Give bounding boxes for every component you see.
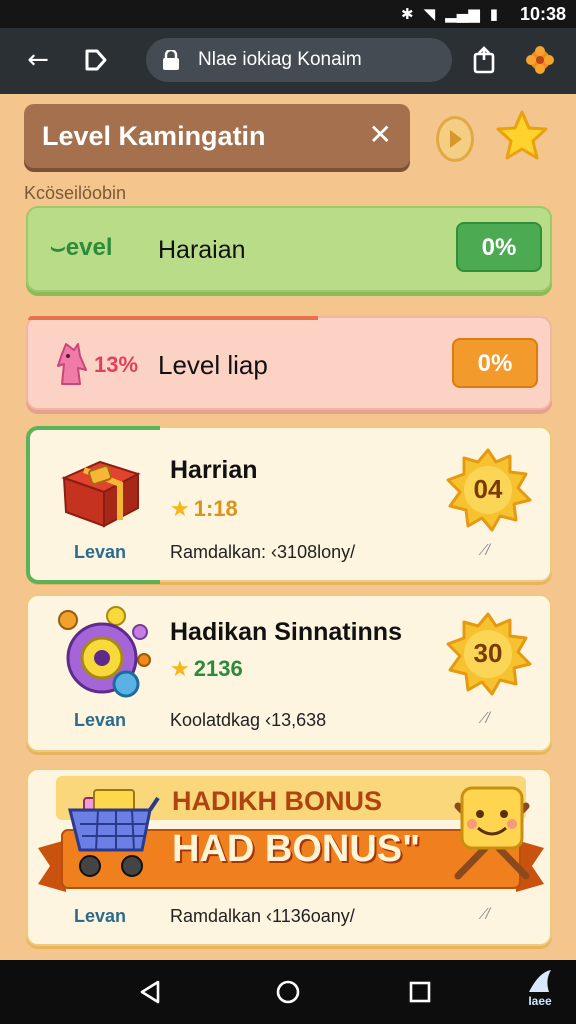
lock-icon [163, 50, 179, 70]
pink-card-title: Level liap [158, 350, 268, 380]
item2-level: Levan [74, 710, 127, 730]
browser-toolbar: ← Nlae iokiag Konaim [0, 28, 576, 94]
bonus-main-text: HAD BONUS" [172, 828, 421, 870]
item1-meta: Ramdalkan: ‹3108lony/ [170, 542, 356, 562]
system-nav-bar: Iaee [0, 960, 576, 1024]
green-card-title: Haraian [158, 236, 246, 264]
item3-level: Levan [74, 906, 127, 926]
item2-meta: Koolatdkag ‹13,638 [170, 710, 327, 730]
star-icon[interactable] [494, 108, 550, 164]
pink-card-percent: 13% [94, 352, 139, 377]
forward-tag-icon[interactable] [76, 40, 116, 80]
item1-level: Levan [74, 542, 127, 562]
corner-app-label: Iaee [528, 994, 552, 1008]
item2-end-mark: ⁄/ [482, 710, 490, 727]
bonus-top-text: HADIKH BONUS [172, 786, 383, 816]
daily-level-card[interactable]: ⌣evel Haraian 0% [26, 206, 552, 292]
progress-line [28, 316, 318, 320]
item1-badge-number: 04 [473, 474, 503, 504]
item1-end-mark: ⁄/ [482, 542, 490, 559]
level-up-card[interactable]: 13% Level liap 0% [26, 316, 552, 410]
check-swoosh-icon: ⌣ [50, 234, 66, 261]
fin-shape-icon [529, 970, 551, 992]
signal-icon: ▂▄▆ [445, 5, 480, 23]
status-icons: ✱ ◥ ▂▄▆ ▮ [401, 5, 498, 23]
pink-creature-icon [57, 343, 87, 385]
extension-flower-icon[interactable] [520, 40, 560, 80]
item2-title: Hadikan Sinnatinns [170, 618, 402, 646]
small-star-icon: ★ [170, 657, 190, 682]
toy-gadget-icon [58, 606, 151, 698]
item2-badge-number: 30 [473, 638, 503, 668]
smiling-box-mascot-icon [454, 786, 530, 880]
item1-title: Harrian [170, 456, 258, 484]
item2-score: ★ 2136 [170, 656, 243, 682]
bonus-card[interactable]: HADIKH BONUS HAD BONUS" Levan Ramdalkan … [26, 768, 552, 946]
url-text: Nlae iokiag Konaim [198, 49, 362, 70]
reward-card-harrian[interactable]: Harrian ★ 1:18 Levan Ramdalkan: ‹3108lony… [26, 426, 552, 584]
status-time: 10:38 [519, 4, 566, 24]
gift-box-icon [61, 460, 141, 528]
section-label: Kcöseilöobin [24, 183, 127, 203]
item3-end-mark: ⁄/ [482, 906, 490, 923]
home-circle-icon[interactable] [270, 974, 306, 1010]
level-title-bar: Level Kamingatin ✕ [24, 104, 410, 168]
wifi-icon: ◥ [423, 5, 436, 23]
small-star-icon: ★ [170, 497, 190, 522]
bluetooth-icon: ✱ [401, 5, 414, 23]
green-card-lead: ⌣evel [50, 234, 113, 261]
close-icon[interactable]: ✕ [369, 118, 392, 151]
reward-card-hadikan[interactable]: Hadikan Sinnatinns ★ 2136 Levan Koolatdka… [26, 594, 552, 752]
play-button[interactable] [436, 116, 474, 162]
item1-score: ★ 1:18 [170, 496, 238, 522]
address-bar[interactable]: Nlae iokiag Konaim [146, 38, 452, 82]
play-icon [450, 130, 462, 148]
share-icon[interactable] [464, 40, 504, 80]
back-arrow-icon[interactable]: ← [18, 40, 58, 80]
corner-app-icon[interactable]: Iaee [518, 970, 562, 1016]
item3-meta: Ramdalkan ‹1136oany/ [170, 906, 355, 926]
shopping-cart-icon [68, 789, 160, 877]
battery-icon: ▮ [489, 5, 498, 23]
green-percent-button[interactable]: 0% [456, 222, 542, 272]
back-triangle-icon[interactable] [132, 974, 168, 1010]
recents-square-icon[interactable] [402, 974, 438, 1010]
page-title: Level Kamingatin [42, 121, 266, 151]
status-bar: ✱ ◥ ▂▄▆ ▮ 10:38 [0, 0, 576, 28]
item2-badge: 30 [444, 612, 532, 696]
item1-badge: 04 [444, 448, 532, 532]
orange-percent-button[interactable]: 0% [452, 338, 538, 388]
